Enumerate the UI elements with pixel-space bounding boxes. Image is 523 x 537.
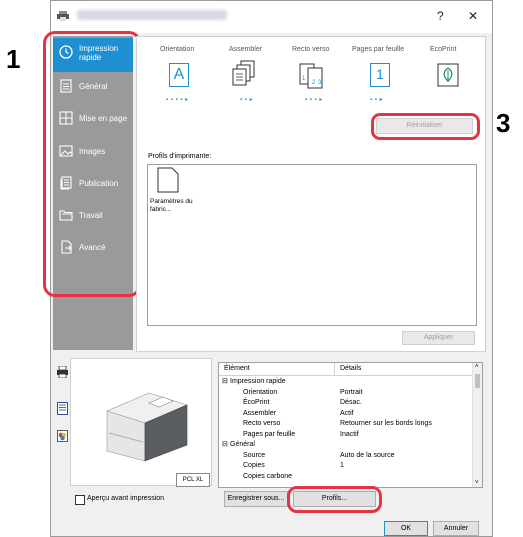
table-row[interactable]: Recto verso [243, 420, 280, 427]
preview-checkbox-label: Aperçu avant impression [87, 495, 165, 502]
pages-per-sheet-icon[interactable]: 1 [370, 63, 390, 87]
printer-device-image [106, 392, 188, 462]
preview-tabs [55, 358, 71, 456]
table-group-row[interactable]: Général [230, 441, 255, 448]
settings-summary-table[interactable]: Élément Détails Impression rapide ⊟ Orient… [218, 362, 483, 488]
duplex-dots-indicator: ▪ ▪ ▪ ▸ [305, 97, 323, 103]
table-cell-detail: Inactif [340, 430, 359, 438]
feature-label-collate: Assembler [229, 46, 263, 53]
color-tab-icon[interactable] [57, 430, 68, 442]
scroll-up-icon[interactable]: ˄ [475, 364, 479, 370]
callout-highlight-sidebar [43, 31, 141, 297]
feature-label-orientation: Orientation [160, 46, 195, 53]
title-bar[interactable]: ? ✕ [51, 1, 492, 33]
table-row[interactable]: Orientation [243, 389, 277, 396]
pages-dots-indicator: ▪ ▪ ▸ [370, 97, 384, 103]
profiles-label: Profils d'imprimante: [148, 153, 212, 160]
orientation-portrait-icon[interactable]: A [169, 63, 189, 87]
scroll-thumb[interactable] [475, 374, 480, 388]
callout-highlight-profiles [287, 486, 382, 513]
profile-item[interactable]: Paramètres du fabric... [150, 167, 196, 219]
profile-item-label: Paramètres du fabric... [150, 198, 193, 213]
table-cell-detail: 1 [340, 462, 344, 469]
window-title-blurred [77, 10, 227, 20]
printer-tab-icon[interactable] [57, 366, 68, 378]
cancel-button[interactable]: Annuler [433, 521, 479, 536]
table-row[interactable]: Copies carbone [243, 473, 292, 480]
callout-1: 1 [6, 44, 21, 74]
save-as-button[interactable]: Enregistrer sous... [224, 491, 288, 507]
table-cell-detail: Actif [340, 409, 354, 417]
close-button[interactable]: ✕ [468, 9, 478, 23]
pcl-xl-badge: PCL XL [176, 473, 210, 487]
apply-button[interactable]: Appliquer [402, 331, 475, 345]
table-row[interactable]: Assembler [243, 410, 276, 417]
table-row[interactable]: Source [243, 452, 265, 459]
duplex-icon[interactable]: 1 2 3 [298, 60, 326, 90]
help-button[interactable]: ? [437, 9, 444, 23]
table-scrollbar[interactable]: ˄ ˅ [472, 363, 482, 487]
column-header-item: Élément [224, 365, 250, 372]
ecoprint-leaf-icon[interactable] [437, 63, 459, 87]
collapse-icon[interactable]: ⊟ [222, 377, 228, 385]
profile-document-icon [157, 167, 179, 193]
collate-icon[interactable] [232, 60, 258, 88]
table-cell-detail: Auto de la source [340, 451, 395, 459]
table-cell-detail: Portrait [340, 388, 363, 396]
table-group-row[interactable]: Impression rapide [230, 378, 286, 385]
feature-label-duplex: Recto verso [292, 46, 330, 53]
feature-label-ecoprint: EcoPrint [430, 46, 457, 53]
table-row[interactable]: Copies [243, 462, 265, 469]
table-cell-detail: Désac. [340, 399, 362, 406]
table-row[interactable]: ÉcoPrint [243, 399, 269, 406]
table-cell-detail: Retourner sur les bords longs [340, 420, 432, 427]
table-row[interactable]: Pages par feuille [243, 431, 295, 438]
printer-icon [57, 11, 69, 21]
ok-button[interactable]: OK [384, 521, 428, 536]
scroll-down-icon[interactable]: ˅ [475, 480, 479, 486]
callout-highlight-reset [371, 113, 480, 140]
collate-dots-indicator: ▪ ▪ ▸ [240, 97, 254, 103]
profiles-list[interactable] [147, 164, 477, 326]
column-header-details: Détails [340, 365, 362, 372]
feature-label-pages-per-sheet: Pages par feuille [352, 46, 405, 53]
collapse-icon[interactable]: ⊟ [222, 440, 228, 448]
orientation-dots-indicator: ▪ ▪ ▪ ▪ ▸ [166, 97, 189, 103]
document-tab-icon[interactable] [57, 402, 68, 415]
printer-preview-pane [70, 358, 212, 486]
preview-checkbox[interactable] [75, 495, 85, 505]
callout-3: 3 [496, 108, 511, 138]
